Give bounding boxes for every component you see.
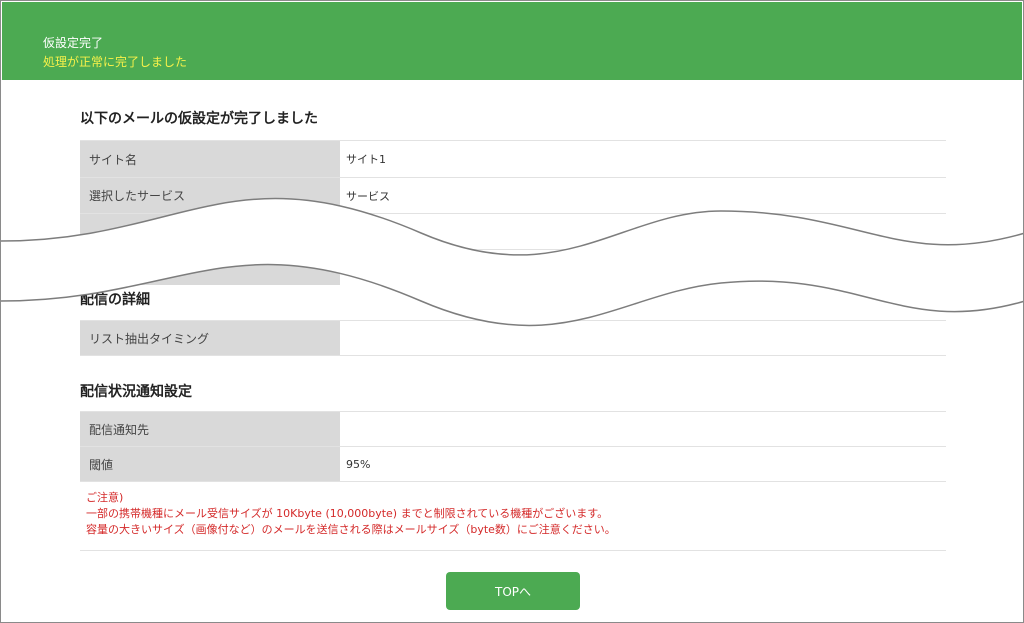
row-value-hidden [340, 250, 946, 285]
row-label-hidden [80, 250, 340, 285]
page-title: 仮設定完了 [43, 36, 104, 50]
row-value-threshold: 95% [340, 447, 946, 481]
row-value-site-name: サイト1 [340, 141, 946, 177]
row-label-service: 選択したサービス [80, 178, 340, 213]
row-label-list [80, 214, 340, 249]
row-label-threshold: 閾値 [80, 447, 340, 481]
delivery-section-heading: 配信の詳細 [80, 292, 150, 308]
table-row: 閾値 95% [80, 446, 946, 481]
row-value-list: リスト1 [340, 214, 946, 249]
divider [80, 481, 946, 482]
top-button[interactable]: TOPへ [446, 572, 580, 610]
caution-heading: ご注意) [86, 491, 124, 504]
caution-notice: ご注意) 一部の携帯機種にメール受信サイズが 10Kbyte (10,000by… [86, 490, 616, 538]
caution-line: 一部の携帯機種にメール受信サイズが 10Kbyte (10,000byte) ま… [86, 507, 609, 520]
divider [80, 550, 946, 551]
table-row [80, 249, 946, 285]
caution-line: 容量の大きいサイズ（画像付など）のメールを送信される際はメールサイズ（byte数… [86, 523, 616, 536]
row-value-notify-destination [340, 412, 946, 446]
page-frame: 仮設定完了 処理が正常に完了しました 以下のメールの仮設定が完了しました サイト… [0, 0, 1024, 623]
row-label-site-name: サイト名 [80, 141, 340, 177]
divider [80, 355, 946, 356]
table-row: リスト抽出タイミング [80, 320, 946, 355]
page-header: 仮設定完了 処理が正常に完了しました [2, 2, 1022, 80]
row-value-extract-timing [340, 321, 946, 355]
row-label-extract-timing: リスト抽出タイミング [80, 321, 340, 355]
table-row: サイト名 サイト1 [80, 140, 946, 177]
table-row: 選択したサービス サービス [80, 177, 946, 213]
notify-section-heading: 配信状況通知設定 [80, 384, 192, 400]
row-value-service: サービス [340, 178, 946, 213]
table-row: 配信通知先 [80, 411, 946, 446]
row-label-notify-destination: 配信通知先 [80, 412, 340, 446]
table-row: リスト1 [80, 213, 946, 249]
mail-section-heading: 以下のメールの仮設定が完了しました [80, 111, 318, 127]
status-message: 処理が正常に完了しました [43, 55, 188, 69]
